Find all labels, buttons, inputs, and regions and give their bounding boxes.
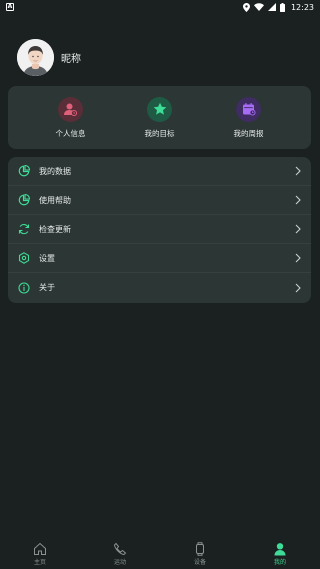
- home-icon: [34, 542, 46, 555]
- nav-tab-device[interactable]: 设备: [170, 542, 230, 566]
- quick-actions-card: 个人信息 我的目标 我的周报: [8, 86, 311, 149]
- status-time: 12:23: [290, 2, 314, 12]
- nav-tab-sport[interactable]: 运动: [90, 542, 150, 566]
- info-icon: [18, 281, 30, 294]
- menu-item-label: 关于: [39, 283, 55, 292]
- pie-chart-icon: [18, 165, 30, 177]
- star-icon: [147, 96, 172, 122]
- menu-item-about[interactable]: 关于: [8, 273, 311, 302]
- nav-label: 主页: [33, 559, 46, 566]
- menu-item-help[interactable]: 使用帮助: [8, 186, 311, 215]
- app-notification-icon: A: [6, 3, 14, 11]
- quick-action-weekly-report[interactable]: 我的周报: [214, 96, 284, 139]
- menu-item-check-update[interactable]: 检查更新: [8, 215, 311, 244]
- status-bar: A 12:23: [0, 0, 320, 14]
- chevron-right-icon: [295, 166, 301, 176]
- profile-header[interactable]: 昵称: [17, 39, 81, 76]
- quick-action-label: 个人信息: [55, 128, 86, 138]
- menu-item-label: 设置: [39, 253, 55, 263]
- location-icon: [242, 2, 250, 12]
- person-icon: [58, 96, 83, 122]
- quick-action-my-goals[interactable]: 我的目标: [125, 96, 195, 139]
- menu-item-settings[interactable]: 设置: [8, 244, 311, 273]
- calendar-icon: [236, 96, 261, 122]
- nav-label: 设备: [193, 559, 206, 566]
- menu-item-label: 检查更新: [39, 224, 71, 234]
- quick-action-label: 我的周报: [233, 128, 264, 138]
- watch-icon: [196, 542, 204, 556]
- bottom-nav: 主页 运动 设备 我的: [0, 539, 320, 569]
- menu-list: 我的数据 使用帮助 检查更新 设置 关于: [8, 157, 311, 303]
- chevron-right-icon: [295, 253, 301, 263]
- menu-item-my-data[interactable]: 我的数据: [8, 157, 311, 186]
- refresh-icon: [18, 223, 30, 235]
- nav-label: 运动: [113, 559, 126, 566]
- quick-action-personal-info[interactable]: 个人信息: [36, 96, 106, 139]
- nav-label: 我的: [273, 559, 286, 566]
- sport-icon: [113, 542, 127, 556]
- signal-icon: [267, 3, 276, 11]
- chevron-right-icon: [295, 224, 301, 234]
- help-icon: [18, 194, 30, 206]
- quick-action-label: 我的目标: [144, 128, 175, 138]
- menu-item-label: 我的数据: [39, 166, 71, 176]
- settings-icon: [18, 252, 30, 264]
- nav-tab-mine[interactable]: 我的: [250, 542, 310, 566]
- battery-icon: [279, 2, 285, 12]
- profile-icon: [274, 543, 286, 556]
- menu-item-label: 使用帮助: [39, 195, 71, 205]
- wifi-icon: [253, 3, 264, 11]
- avatar[interactable]: [17, 39, 54, 76]
- nav-tab-home[interactable]: 主页: [10, 542, 70, 566]
- nickname[interactable]: 昵称: [61, 50, 81, 65]
- chevron-right-icon: [295, 195, 301, 205]
- chevron-right-icon: [295, 283, 301, 292]
